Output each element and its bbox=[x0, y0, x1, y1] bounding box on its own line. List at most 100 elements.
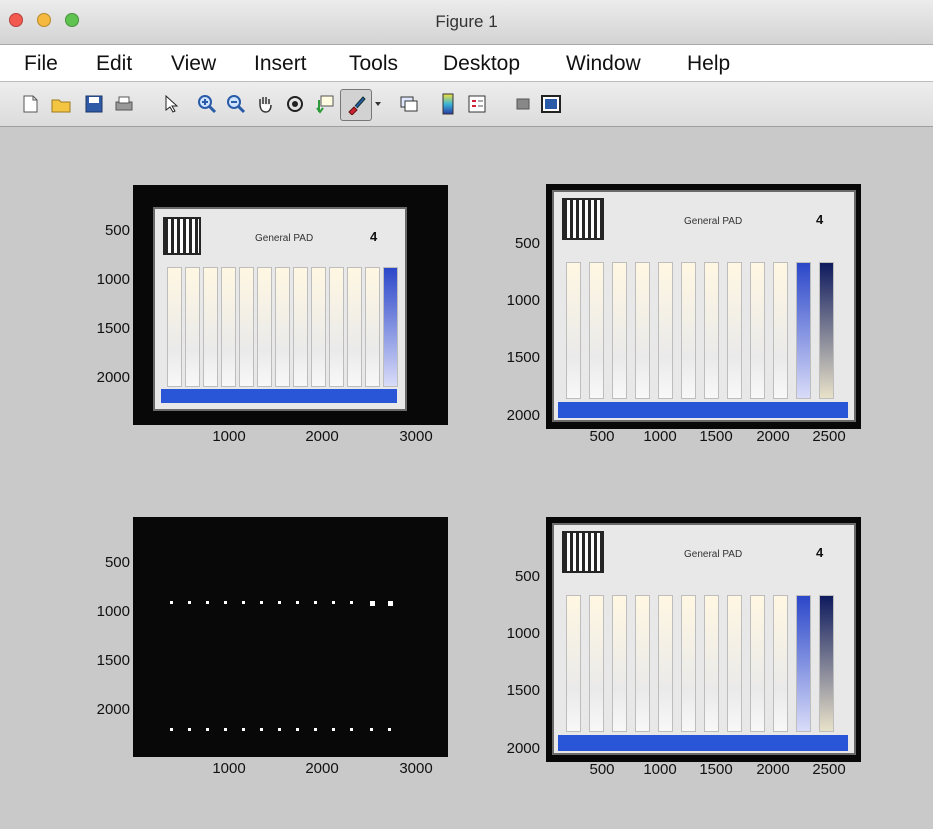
strip-lane bbox=[167, 267, 182, 387]
strip-lane bbox=[796, 262, 811, 399]
menu-desktop[interactable]: Desktop bbox=[443, 52, 520, 76]
data-cursor-icon[interactable] bbox=[313, 92, 337, 116]
strip-lane bbox=[589, 262, 604, 399]
x-tick: 1500 bbox=[699, 761, 733, 778]
zoom-in-icon[interactable] bbox=[195, 92, 219, 116]
mask-dot bbox=[278, 601, 281, 604]
card-number: 4 bbox=[370, 229, 378, 244]
save-icon[interactable] bbox=[82, 92, 106, 116]
x-tick: 3000 bbox=[399, 760, 433, 777]
link-plot-icon[interactable] bbox=[397, 92, 421, 116]
y-tick: 1000 bbox=[96, 271, 130, 288]
hide-plot-tools-icon[interactable] bbox=[511, 92, 535, 116]
x-tick: 2000 bbox=[305, 428, 339, 445]
mask-dot bbox=[332, 601, 335, 604]
qr-code bbox=[562, 198, 604, 240]
mask-dot bbox=[170, 601, 173, 604]
mask-dot bbox=[170, 728, 173, 731]
mask-dot bbox=[260, 601, 263, 604]
menu-bar: File Edit View Insert Tools Desktop Wind… bbox=[0, 45, 933, 82]
mask-dot bbox=[188, 601, 191, 604]
x-tick: 2000 bbox=[305, 760, 339, 777]
dropdown-arrow-icon[interactable] bbox=[372, 92, 384, 116]
menu-window[interactable]: Window bbox=[566, 52, 641, 76]
colorbar-icon[interactable] bbox=[436, 92, 460, 116]
mask-dot bbox=[278, 728, 281, 731]
mask-dot bbox=[242, 728, 245, 731]
y-tick: 500 bbox=[514, 568, 540, 585]
menu-file[interactable]: File bbox=[24, 52, 58, 76]
x-tick: 500 bbox=[589, 761, 615, 778]
strip-lane bbox=[257, 267, 272, 387]
y-tick: 2000 bbox=[96, 369, 130, 386]
strip-lane bbox=[796, 595, 811, 732]
x-tick: 1000 bbox=[643, 428, 677, 445]
strip-lane bbox=[681, 262, 696, 399]
x-tick: 1000 bbox=[212, 760, 246, 777]
mask-dot bbox=[314, 728, 317, 731]
brush-icon[interactable] bbox=[340, 89, 372, 121]
strip-lane bbox=[566, 595, 581, 732]
print-icon[interactable] bbox=[112, 92, 136, 116]
strip-lane bbox=[589, 595, 604, 732]
y-tick: 1000 bbox=[506, 292, 540, 309]
pan-hand-icon[interactable] bbox=[253, 92, 277, 116]
open-file-icon[interactable] bbox=[49, 92, 73, 116]
strip-lane bbox=[239, 267, 254, 387]
axes-top-right[interactable]: General PAD 4 500 1000 1500 2000 500 100… bbox=[480, 182, 900, 472]
strip-lane bbox=[612, 595, 627, 732]
x-tick: 1500 bbox=[699, 428, 733, 445]
blue-band bbox=[558, 402, 848, 418]
strip-lane bbox=[365, 267, 380, 387]
test-card-image: General PAD 4 bbox=[552, 523, 856, 755]
strip-lane bbox=[311, 267, 326, 387]
y-tick: 1000 bbox=[96, 603, 130, 620]
strip-lane bbox=[727, 262, 742, 399]
strip-lane bbox=[612, 262, 627, 399]
y-tick: 1500 bbox=[506, 349, 540, 366]
image-plot[interactable]: General PAD 4 bbox=[546, 517, 861, 762]
mask-dot bbox=[314, 601, 317, 604]
strip-lane bbox=[329, 267, 344, 387]
menu-tools[interactable]: Tools bbox=[349, 52, 398, 76]
mask-dot bbox=[188, 728, 191, 731]
pointer-icon[interactable] bbox=[158, 92, 182, 116]
qr-code bbox=[562, 531, 604, 573]
axes-bottom-left[interactable]: 500 1000 1500 2000 1000 2000 3000 bbox=[70, 514, 460, 794]
strip-lane bbox=[566, 262, 581, 399]
menu-edit[interactable]: Edit bbox=[96, 52, 132, 76]
strip-lane bbox=[750, 262, 765, 399]
card-number: 4 bbox=[816, 545, 824, 560]
x-tick: 2500 bbox=[812, 761, 846, 778]
strip-lane bbox=[681, 595, 696, 732]
menu-insert[interactable]: Insert bbox=[254, 52, 307, 76]
x-tick: 1000 bbox=[643, 761, 677, 778]
figure-canvas: General PAD 4 500 1000 1500 2000 1000 20… bbox=[0, 127, 933, 829]
strip-lane bbox=[185, 267, 200, 387]
image-plot[interactable]: General PAD 4 bbox=[546, 184, 861, 429]
qr-code bbox=[163, 217, 201, 255]
mask-dot bbox=[206, 601, 209, 604]
mask-dot bbox=[370, 728, 373, 731]
new-figure-icon[interactable] bbox=[18, 92, 42, 116]
strip-lane bbox=[221, 267, 236, 387]
y-tick: 1500 bbox=[96, 320, 130, 337]
strip-lane bbox=[773, 595, 788, 732]
strip-lane bbox=[773, 262, 788, 399]
card-title: General PAD bbox=[684, 216, 743, 227]
mask-dot bbox=[350, 601, 353, 604]
strip-lane bbox=[658, 262, 673, 399]
axes-top-left[interactable]: General PAD 4 500 1000 1500 2000 1000 20… bbox=[70, 182, 460, 462]
show-plot-tools-icon[interactable] bbox=[539, 92, 563, 116]
mask-plot[interactable] bbox=[133, 517, 448, 757]
strip-lane bbox=[727, 595, 742, 732]
legend-icon[interactable] bbox=[465, 92, 489, 116]
image-plot[interactable]: General PAD 4 bbox=[133, 185, 448, 425]
rotate-3d-icon[interactable] bbox=[283, 92, 307, 116]
menu-view[interactable]: View bbox=[171, 52, 216, 76]
x-tick: 3000 bbox=[399, 428, 433, 445]
zoom-out-icon[interactable] bbox=[224, 92, 248, 116]
axes-bottom-right[interactable]: General PAD 4 500 1000 1500 2000 500 100… bbox=[480, 515, 900, 805]
menu-help[interactable]: Help bbox=[687, 52, 730, 76]
mask-dot bbox=[296, 728, 299, 731]
